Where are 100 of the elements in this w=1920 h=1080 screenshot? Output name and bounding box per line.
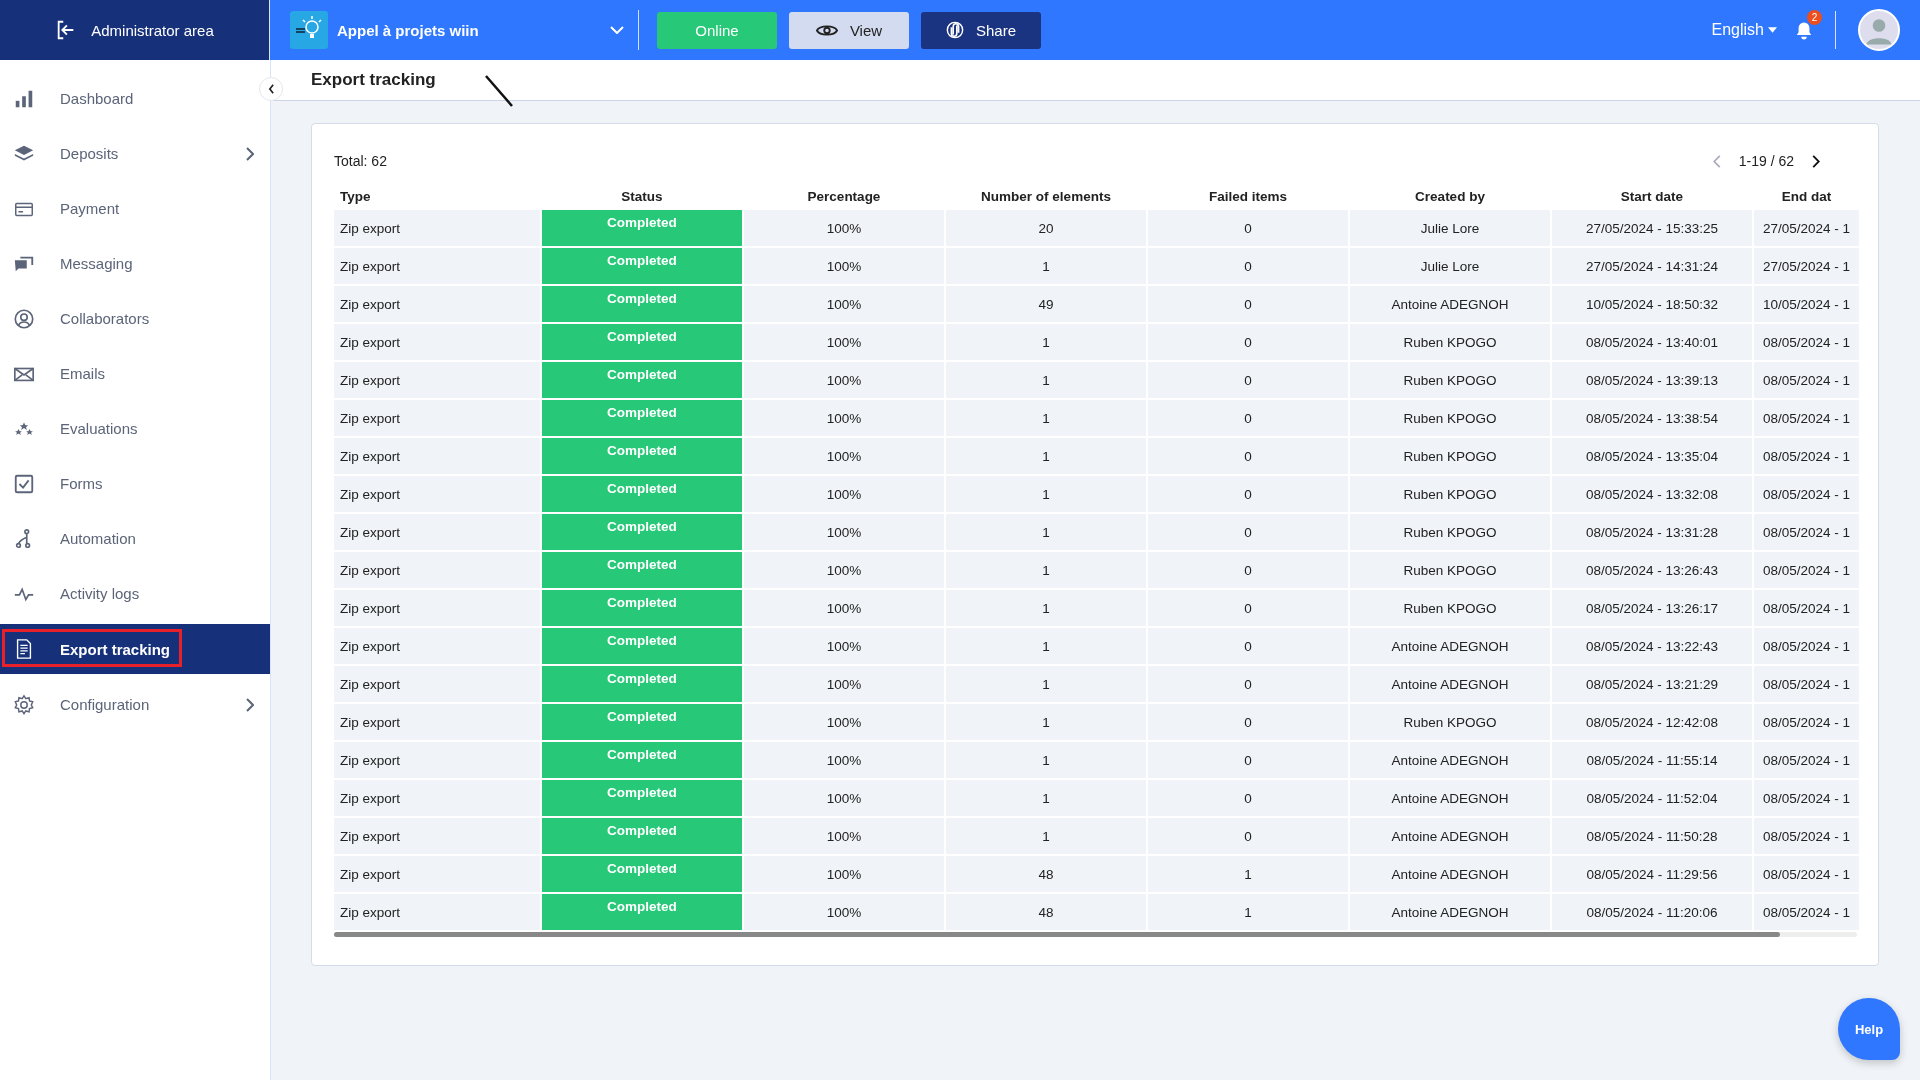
table-cell: 08/05/2024 - 11:29:56 <box>1552 856 1752 892</box>
table-cell: 100% <box>744 742 944 778</box>
table-cell: 0 <box>1148 210 1348 246</box>
table-cell: 08/05/2024 - 13:35:04 <box>1552 438 1752 474</box>
horizontal-scrollbar[interactable] <box>334 932 1857 937</box>
sidebar-item[interactable]: Configuration <box>0 678 270 731</box>
table-cell: 08/05/2024 - 1 <box>1754 514 1859 550</box>
table-cell: 100% <box>744 438 944 474</box>
table-cell: 100% <box>744 514 944 550</box>
table-cell: Zip export <box>334 210 540 246</box>
table-cell: Zip export <box>334 704 540 740</box>
table-cell: 0 <box>1148 780 1348 816</box>
view-button[interactable]: View <box>789 11 909 49</box>
table-cell: Zip export <box>334 742 540 778</box>
table-cell: 100% <box>744 894 944 930</box>
status-badge: Completed <box>542 400 742 436</box>
table-cell: 1 <box>946 818 1146 854</box>
table-cell: 0 <box>1148 628 1348 664</box>
table-cell: 100% <box>744 856 944 892</box>
table-cell: Zip export <box>334 438 540 474</box>
table-cell: 100% <box>744 590 944 626</box>
sidebar-item[interactable]: Payment <box>0 182 270 235</box>
caret-down-icon[interactable] <box>1768 27 1777 33</box>
table-cell: 1 <box>1148 894 1348 930</box>
table-cell: Antoine ADEGNOH <box>1350 780 1550 816</box>
table-cell: 27/05/2024 - 15:33:25 <box>1552 210 1752 246</box>
table-cell: 10/05/2024 - 18:50:32 <box>1552 286 1752 322</box>
sidebar-item[interactable]: Messaging <box>0 237 270 290</box>
sidebar-item[interactable]: Emails <box>0 347 270 400</box>
share-button[interactable]: Share <box>921 11 1041 49</box>
table-cell: Antoine ADEGNOH <box>1350 856 1550 892</box>
table-cell: 48 <box>946 894 1146 930</box>
status-badge: Completed <box>542 362 742 398</box>
table-cell: Antoine ADEGNOH <box>1350 628 1550 664</box>
language-selector[interactable]: English <box>1711 21 1764 39</box>
status-badge: Completed <box>542 628 742 664</box>
project-selector[interactable]: Appel à projets wiin <box>290 11 638 49</box>
total-count: Total: 62 <box>334 153 387 169</box>
status-badge: Completed <box>542 894 742 930</box>
previous-page-icon[interactable] <box>1712 154 1721 168</box>
table-cell: 08/05/2024 - 1 <box>1754 400 1859 436</box>
table-cell: 0 <box>1148 286 1348 322</box>
table-cell: 1 <box>946 400 1146 436</box>
column-header: Created by <box>1414 187 1486 206</box>
avatar[interactable] <box>1858 9 1900 51</box>
sidebar-item[interactable]: Activity logs <box>0 567 270 620</box>
table-cell: 1 <box>946 438 1146 474</box>
table-cell: 0 <box>1148 362 1348 398</box>
sidebar-item[interactable]: Deposits <box>0 127 270 180</box>
help-button[interactable]: Help <box>1838 998 1900 1060</box>
table-cell: 08/05/2024 - 13:38:54 <box>1552 400 1752 436</box>
table-cell: 1 <box>946 666 1146 702</box>
table-cell: Ruben KPOGO <box>1350 590 1550 626</box>
table-cell: 100% <box>744 818 944 854</box>
table-cell: 1 <box>946 476 1146 512</box>
collapse-sidebar-button[interactable] <box>259 77 283 101</box>
table-cell: Zip export <box>334 780 540 816</box>
table-cell: 08/05/2024 - 11:20:06 <box>1552 894 1752 930</box>
table-cell: Antoine ADEGNOH <box>1350 894 1550 930</box>
sidebar-item[interactable]: Evaluations <box>0 402 270 455</box>
table-cell: 0 <box>1148 742 1348 778</box>
sidebar-item[interactable]: Automation <box>0 512 270 565</box>
admin-area-label[interactable]: Administrator area <box>91 21 214 39</box>
sidebar-item[interactable]: Export tracking <box>0 624 270 674</box>
table-cell: 100% <box>744 666 944 702</box>
table-cell: Julie Lore <box>1350 210 1550 246</box>
status-badge: Completed <box>542 248 742 284</box>
status-badge: Completed <box>542 324 742 360</box>
table-cell: 1 <box>946 248 1146 284</box>
table-cell: 0 <box>1148 590 1348 626</box>
next-page-icon[interactable] <box>1812 154 1820 168</box>
user-circle-icon <box>13 307 35 330</box>
table-cell: Ruben KPOGO <box>1350 362 1550 398</box>
table-cell: Antoine ADEGNOH <box>1350 666 1550 702</box>
table-cell: Julie Lore <box>1350 248 1550 284</box>
page-range: 1-19 / 62 <box>1738 153 1794 169</box>
notification-badge: 2 <box>1807 9 1822 25</box>
sidebar-item[interactable]: Dashboard <box>0 72 270 125</box>
table-cell: 27/05/2024 - 1 <box>1754 248 1859 284</box>
column-header: Type <box>339 187 372 206</box>
table-cell: Zip export <box>334 362 540 398</box>
sidebar-item[interactable]: Collaborators <box>0 292 270 345</box>
table-cell: Zip export <box>334 476 540 512</box>
table-cell: 1 <box>946 552 1146 588</box>
status-badge: Completed <box>542 552 742 588</box>
table-cell: 08/05/2024 - 1 <box>1754 476 1859 512</box>
table-cell: 0 <box>1148 438 1348 474</box>
lightbulb-logo-icon <box>290 11 328 49</box>
column-header: Status <box>620 187 664 206</box>
table-cell: 27/05/2024 - 14:31:24 <box>1552 248 1752 284</box>
table-cell: 08/05/2024 - 13:31:28 <box>1552 514 1752 550</box>
table-cell: Zip export <box>334 818 540 854</box>
table-cell: 0 <box>1148 248 1348 284</box>
table-cell: 08/05/2024 - 1 <box>1754 856 1859 892</box>
table-cell: 10/05/2024 - 1 <box>1754 286 1859 322</box>
table-cell: 08/05/2024 - 13:40:01 <box>1552 324 1752 360</box>
table-cell: 1 <box>946 514 1146 550</box>
bell-icon[interactable] <box>1795 19 1813 41</box>
sidebar-item[interactable]: Forms <box>0 457 270 510</box>
table-cell: Zip export <box>334 590 540 626</box>
